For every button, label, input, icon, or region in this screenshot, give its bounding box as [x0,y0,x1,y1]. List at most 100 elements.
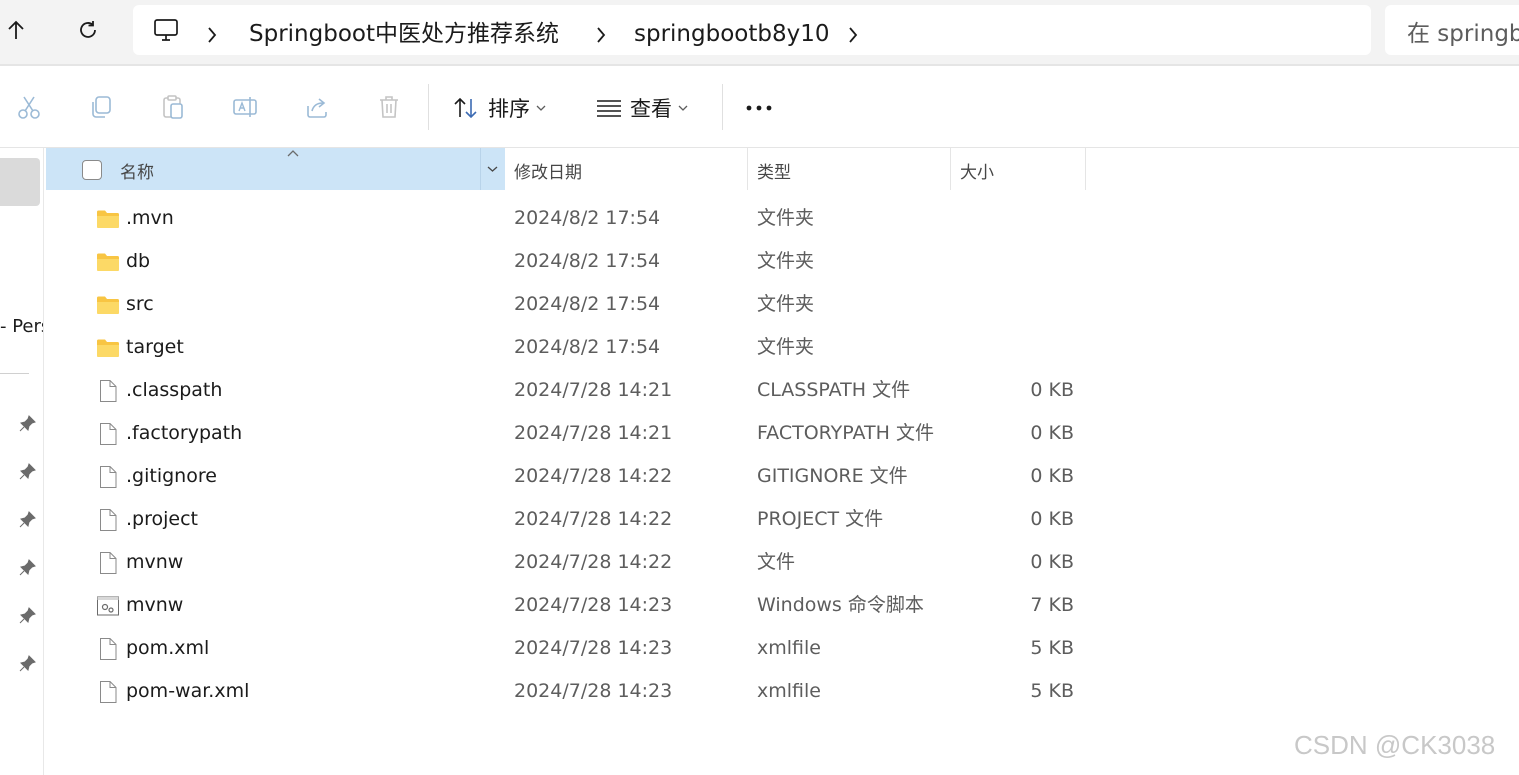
search-input[interactable]: 在 springb [1407,19,1519,49]
file-row[interactable]: pom-war.xml 2024/7/28 14:23 xmlfile 5 KB [46,670,1086,713]
file-name: .classpath [126,379,223,401]
nav-item-personal[interactable]: - Pers [0,316,43,337]
pin-icon [19,607,36,624]
file-size: 0 KB [1030,379,1074,401]
select-all-checkbox[interactable] [82,160,102,180]
rename-icon[interactable] [230,92,260,122]
file-name: mvnw [126,594,184,616]
column-divider[interactable] [1085,148,1086,190]
file-type: 文件夹 [757,336,815,358]
file-name: .gitignore [126,465,217,487]
file-name: pom-war.xml [126,680,250,702]
column-header-name[interactable]: 名称 [46,148,480,190]
file-size [946,326,1074,369]
refresh-icon[interactable] [72,14,104,46]
file-type: 文件夹 [757,293,815,315]
file-size: 5 KB [1030,680,1074,702]
file-name: .factorypath [126,422,243,444]
up-arrow-icon[interactable] [0,14,32,46]
file-type: FACTORYPATH 文件 [757,422,934,444]
toolbar-separator [722,84,723,130]
view-button[interactable]: 查看 [596,88,688,128]
chevron-down-icon [678,105,688,111]
file-size: 7 KB [1030,594,1074,616]
nav-item-selected[interactable] [0,158,40,206]
file-name: .project [126,508,198,530]
file-row[interactable]: .classpath 2024/7/28 14:21 CLASSPATH 文件 0 K… [46,369,1086,412]
file-modified-date: 2024/7/28 14:22 [514,551,673,573]
column-header-dropdown[interactable] [480,148,505,190]
file-row[interactable]: mvnw 2024/7/28 14:22 文件 0 KB [46,541,1086,584]
file-size: 0 KB [1030,465,1074,487]
file-icon [96,422,120,446]
copy-icon[interactable] [86,92,116,122]
chevron-right-icon[interactable] [846,25,860,45]
file-row[interactable]: .factorypath 2024/7/28 14:21 FACTORYPATH 文… [46,412,1086,455]
script-file-icon [96,594,120,618]
folder-icon [96,336,120,360]
file-type: 文件夹 [757,207,815,229]
sort-button[interactable]: 排序 [452,88,546,128]
file-name: src [126,293,154,315]
file-icon [96,379,120,403]
file-modified-date: 2024/7/28 14:23 [514,637,673,659]
folder-icon [96,207,120,231]
column-size-label: 大小 [960,163,994,183]
watermark: CSDN @CK3038 [1294,730,1496,760]
pin-icon [19,511,36,528]
file-type: xmlfile [757,680,821,702]
file-modified-date: 2024/7/28 14:22 [514,465,673,487]
address-bar-row: Springboot中医处方推荐系统 springbootb8y10 在 spr… [0,0,1519,64]
file-modified-date: 2024/7/28 14:23 [514,680,673,702]
pin-icon [19,655,36,672]
navigation-pane: - Pers [0,148,44,775]
this-pc-icon [153,18,179,46]
chevron-right-icon[interactable] [205,25,219,45]
file-size: 0 KB [1030,508,1074,530]
file-row[interactable]: db 2024/8/2 17:54 文件夹 [46,240,1086,283]
file-type: GITIGNORE 文件 [757,465,908,487]
file-size [946,283,1074,326]
column-header-type[interactable]: 类型 [748,148,950,190]
file-type: Windows 命令脚本 [757,594,924,616]
file-name: mvnw [126,551,184,573]
breadcrumb-folder[interactable]: springbootb8y10 [634,19,829,49]
file-modified-date: 2024/8/2 17:54 [514,250,661,272]
column-type-label: 类型 [757,163,791,183]
file-icon [96,637,120,661]
share-icon[interactable] [302,92,332,122]
file-row[interactable]: .mvn 2024/8/2 17:54 文件夹 [46,197,1086,240]
breadcrumb-project[interactable]: Springboot中医处方推荐系统 [249,19,559,49]
file-row[interactable]: .project 2024/7/28 14:22 PROJECT 文件 0 KB [46,498,1086,541]
address-box[interactable]: Springboot中医处方推荐系统 springbootb8y10 [133,5,1371,55]
file-icon [96,465,120,489]
file-name: pom.xml [126,637,210,659]
nav-divider [0,373,29,374]
sort-label: 排序 [488,97,530,121]
file-modified-date: 2024/7/28 14:22 [514,508,673,530]
file-name: target [126,336,184,358]
file-type: PROJECT 文件 [757,508,884,530]
folder-icon [96,293,120,317]
pin-icon [19,463,36,480]
file-modified-date: 2024/7/28 14:21 [514,422,673,444]
sort-ascending-icon [287,150,299,157]
column-header-size[interactable]: 大小 [951,148,1085,190]
more-options-button[interactable] [744,88,774,128]
file-row[interactable]: src 2024/8/2 17:54 文件夹 [46,283,1086,326]
file-row[interactable]: pom.xml 2024/7/28 14:23 xmlfile 5 KB [46,627,1086,670]
cut-icon[interactable] [14,92,44,122]
file-row[interactable]: mvnw 2024/7/28 14:23 Windows 命令脚本 7 KB [46,584,1086,627]
chevron-right-icon[interactable] [594,25,608,45]
delete-icon[interactable] [374,92,404,122]
paste-icon[interactable] [158,92,188,122]
file-modified-date: 2024/8/2 17:54 [514,293,661,315]
file-row[interactable]: target 2024/8/2 17:54 文件夹 [46,326,1086,369]
sort-icon [454,97,477,119]
file-size [946,240,1074,283]
file-type: 文件夹 [757,250,815,272]
file-row[interactable]: .gitignore 2024/7/28 14:22 GITIGNORE 文件 0 K… [46,455,1086,498]
column-header-date[interactable]: 修改日期 [505,148,747,190]
search-box[interactable]: 在 springb [1385,5,1519,55]
file-size [946,197,1074,240]
